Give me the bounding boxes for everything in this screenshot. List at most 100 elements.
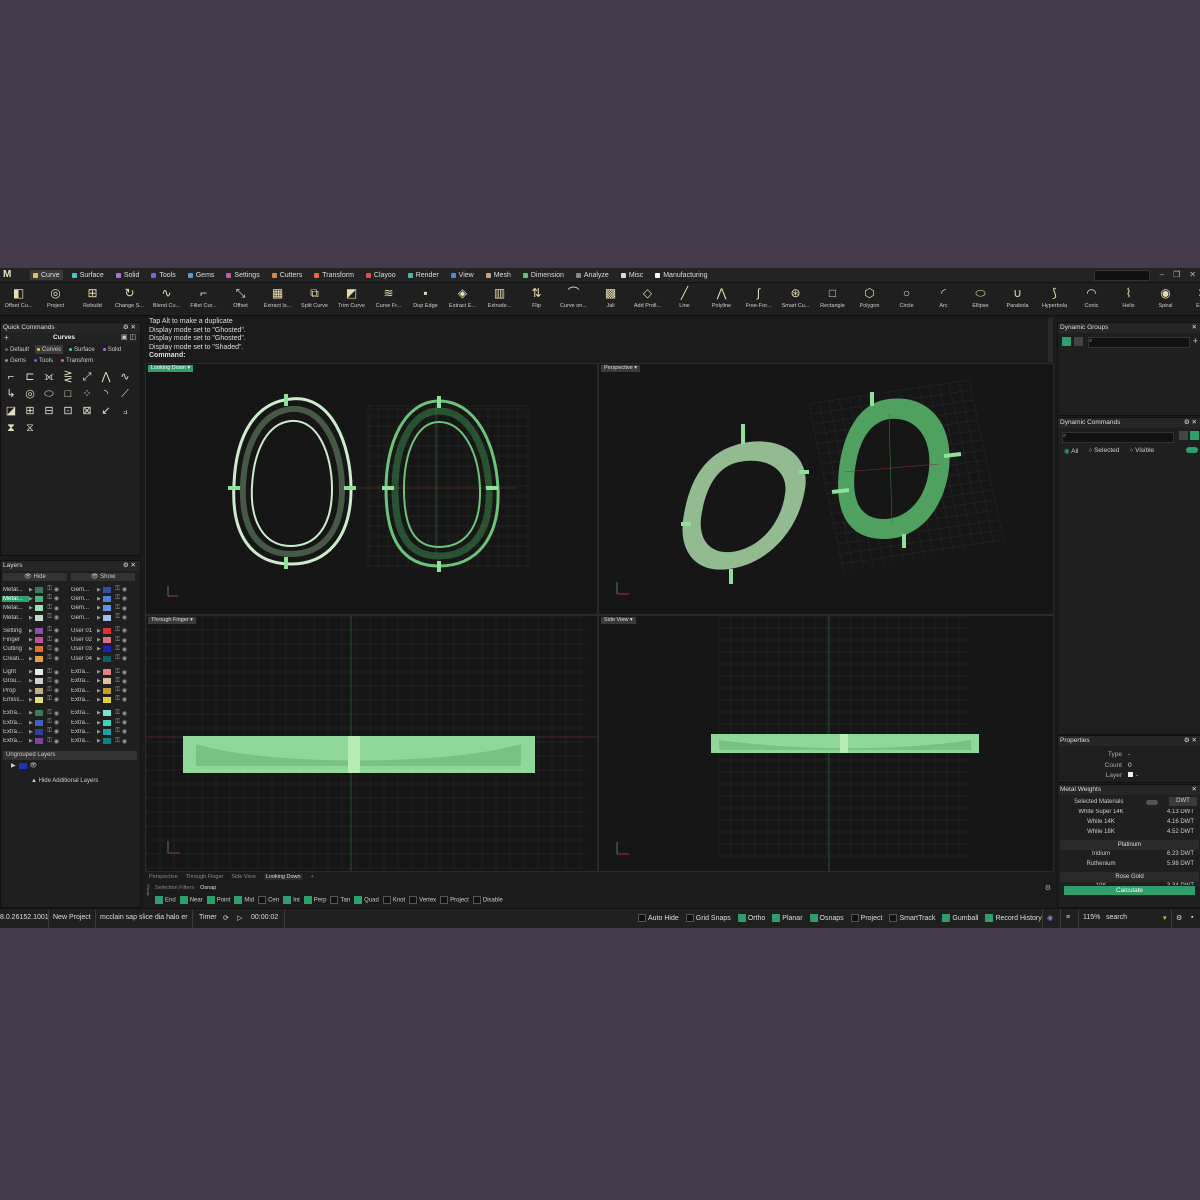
layer-name[interactable]: Gem... (70, 587, 97, 593)
expand-icon[interactable]: ▶ (11, 762, 16, 769)
layer-row[interactable]: Extra... ▶ ⚿ ◉ (70, 677, 136, 686)
layer-swatch[interactable] (103, 678, 111, 685)
layer-name[interactable]: Extra... (70, 697, 97, 703)
tool-extract-is-[interactable]: ▦ Extract Is... (259, 283, 296, 315)
ring-side-profile[interactable] (183, 736, 535, 773)
layer-row[interactable]: Extra... ▶ ⚿ ◉ (70, 718, 136, 727)
quick-command-icon[interactable]: ⌐ (3, 369, 19, 385)
layer-name[interactable]: Extra... (70, 678, 97, 684)
layer-name[interactable]: User 03 (70, 646, 97, 652)
eye-icon[interactable]: ◉ (121, 728, 128, 735)
menu-settings[interactable]: Settings (223, 270, 262, 280)
eye-icon[interactable]: ◉ (121, 655, 128, 662)
eye-icon[interactable]: ◉ (53, 696, 60, 703)
eye-icon[interactable]: ◉ (121, 605, 128, 612)
quick-command-icon[interactable]: ⁘ (79, 386, 95, 402)
osnap-checkbox[interactable] (155, 896, 163, 904)
osnap-quad[interactable]: Quad (354, 896, 379, 904)
lock-icon[interactable]: ⚿ (114, 738, 121, 745)
tool-conic[interactable]: ◠ Conic (1073, 283, 1110, 315)
eye-icon[interactable]: ◉ (121, 738, 128, 745)
status-checkbox[interactable] (985, 914, 994, 922)
lock-icon[interactable]: ⚿ (46, 678, 53, 685)
osnap-int[interactable]: Int (283, 896, 300, 904)
layer-name[interactable]: Finger (2, 637, 29, 643)
layer-name[interactable]: Metal... (2, 615, 29, 621)
menu-surface[interactable]: Surface (69, 270, 107, 280)
tool-polygon[interactable]: ⬡ Polygon (851, 283, 888, 315)
quick-command-icon[interactable]: ⊟ (41, 403, 57, 419)
layer-row[interactable]: Extra... ▶ ⚿ ◉ (70, 736, 136, 745)
radio-all[interactable]: ◉ All (1064, 447, 1078, 455)
layer-row[interactable]: Emiss... ▶ ⚿ ◉ (2, 695, 68, 704)
eye-icon[interactable]: ◉ (121, 627, 128, 634)
layer-swatch[interactable] (1128, 772, 1133, 777)
menu-manufacturing[interactable]: Manufacturing (652, 270, 710, 280)
osnap-cen[interactable]: Cen (258, 896, 279, 904)
quick-chip-gems[interactable]: Gems (3, 356, 28, 365)
viewport-tab[interactable]: Looking Down (263, 874, 303, 880)
lock-icon[interactable]: ⚿ (114, 614, 121, 621)
show-layers-button[interactable]: 👁 Show (71, 573, 135, 581)
quick-command-icon[interactable]: ⤢ (79, 369, 95, 385)
layer-swatch[interactable] (35, 655, 43, 662)
viewport-tab[interactable]: Perspective (149, 874, 178, 880)
group-add-icon[interactable] (1062, 337, 1071, 346)
viewport-label-side-view[interactable]: Side View ▾ (601, 617, 636, 624)
layer-row[interactable]: Extra... ▶ ⚿ ◉ (2, 736, 68, 745)
layer-row[interactable]: User 04 ▶ ⚿ ◉ (70, 654, 136, 663)
eye-icon[interactable]: ◉ (121, 710, 128, 717)
layer-name[interactable]: User 02 (70, 637, 97, 643)
lock-icon[interactable]: ⚿ (114, 646, 121, 653)
tool-change-s-[interactable]: ↻ Change S... (111, 283, 148, 315)
layer-swatch[interactable] (35, 687, 43, 694)
layer-swatch[interactable] (103, 738, 111, 745)
viewport-label-looking-down[interactable]: Looking Down ▾ (148, 365, 194, 372)
tool-jali[interactable]: ▩ Jali (592, 283, 629, 315)
tool-ellipse[interactable]: ⬭ Ellipse (962, 283, 999, 315)
status-toggle-planar[interactable]: Planar (772, 914, 803, 922)
tool-rebuild[interactable]: ⊞ Rebuild (74, 283, 111, 315)
layer-row[interactable]: Extra... ▶ ⚿ ◉ (2, 709, 68, 718)
layer-row[interactable]: Finger ▶ ⚿ ◉ (2, 635, 68, 644)
viewport-tab[interactable]: Side View (231, 874, 255, 880)
eye-icon[interactable]: ◉ (121, 687, 128, 694)
osnap-tan[interactable]: Tan (330, 896, 350, 904)
status-checkbox[interactable] (638, 914, 646, 922)
status-toggle-record-history[interactable]: Record History (985, 914, 1042, 922)
ungrouped-layer-row[interactable]: ▶ 👁 (11, 762, 37, 769)
layer-swatch[interactable] (35, 678, 43, 685)
layer-name[interactable]: User 04 (70, 656, 97, 662)
tool-dup-edge[interactable]: ▪ Dup Edge (407, 283, 444, 315)
quick-command-icon[interactable]: ⟗ (41, 369, 57, 385)
lock-icon[interactable]: ⚿ (46, 719, 53, 726)
lock-icon[interactable]: ⚿ (46, 738, 53, 745)
viewport-tab[interactable]: Through Finger (186, 874, 224, 880)
tool-blend-cu-[interactable]: ∿ Blend Cu... (148, 283, 185, 315)
layer-name[interactable]: Extra... (2, 720, 29, 726)
panel-options-icon[interactable]: ▣ ◫ (121, 333, 136, 341)
quick-command-icon[interactable]: ⟋ (117, 386, 133, 402)
layer-row[interactable]: Extra... ▶ ⚿ ◉ (70, 695, 136, 704)
lock-icon[interactable]: ⚿ (114, 637, 121, 644)
status-checkbox[interactable] (889, 914, 898, 922)
layer-swatch[interactable] (103, 710, 111, 717)
osnap-checkbox[interactable] (303, 896, 312, 904)
layer-swatch[interactable] (35, 605, 43, 612)
layer-name[interactable]: Extra... (2, 710, 29, 716)
tool-split-curve[interactable]: ⧉ Split Curve (296, 283, 333, 315)
tool-extrude-[interactable]: ▥ Extrude... (481, 283, 518, 315)
layer-swatch[interactable] (103, 627, 111, 634)
quick-command-icon[interactable]: ⧖ (22, 420, 38, 436)
eye-icon[interactable]: ◉ (53, 586, 60, 593)
layer-row[interactable]: Gem... ▶ ⚿ ◉ (70, 594, 136, 603)
layer-name[interactable]: Extra... (70, 688, 97, 694)
layer-row[interactable]: Prop ▶ ⚿ ◉ (2, 686, 68, 695)
lock-icon[interactable]: ⚿ (46, 696, 53, 703)
close-icon[interactable]: ⚙ ✕ (1184, 418, 1197, 428)
layer-swatch[interactable] (35, 719, 43, 726)
eye-icon[interactable]: ◉ (121, 646, 128, 653)
tool-offset-cu-[interactable]: ◧ Offset Cu... (0, 283, 37, 315)
status-checkbox[interactable] (685, 914, 694, 922)
status-toggle-project[interactable]: Project (850, 914, 882, 922)
